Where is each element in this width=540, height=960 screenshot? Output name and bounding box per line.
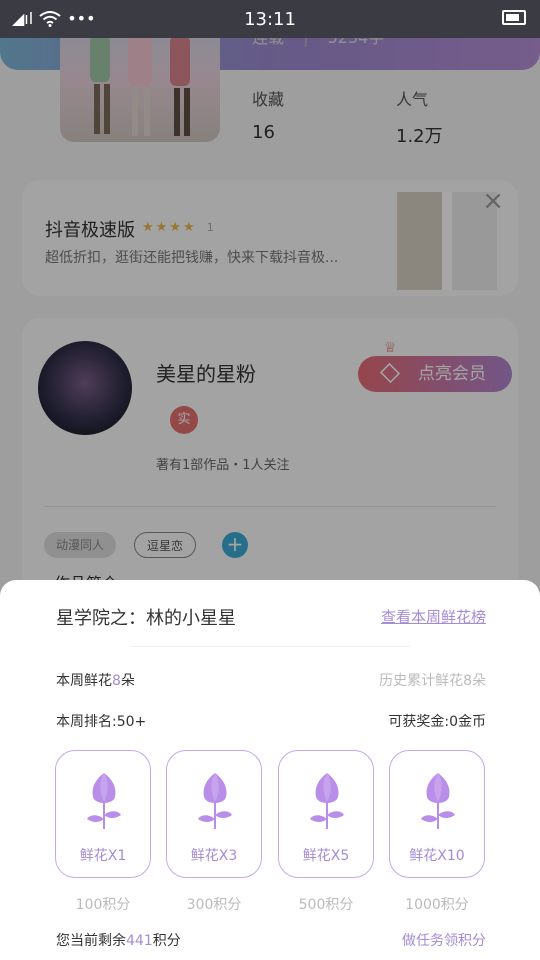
flower-option-label: 鲜花X1 [79,848,127,864]
battery-icon [502,10,526,25]
flower-option-cost: 100积分 [75,897,131,913]
remaining-points-value: 441 [126,933,153,949]
flower-icon [198,773,232,829]
weekly-flowers-count: 8 [112,673,121,689]
flower-option-3[interactable]: 鲜花X3 [166,750,262,878]
flower-icon [310,773,344,829]
flower-option-cost: 1000积分 [405,897,469,913]
flower-option-5[interactable]: 鲜花X5 [278,750,374,878]
flower-option-label: 鲜花X5 [302,848,350,864]
history-flowers: 历史累计鲜花8朵 [379,673,486,689]
sheet-title: 星学院之：林的小星星 [56,608,236,629]
flower-gift-sheet: 星学院之：林的小星星 查看本周鲜花榜 本周鲜花8朵 历史累计鲜花8朵 本周排名:… [0,580,540,960]
flower-stats-row: 本周鲜花8朵 历史累计鲜花8朵 [56,670,486,690]
weekly-flowers: 本周鲜花8朵 [56,670,135,690]
remaining-prefix: 您当前剩余 [56,933,126,949]
flower-option-1[interactable]: 鲜花X1 [55,750,151,878]
weekly-flowers-suffix: 朵 [120,673,135,689]
rank-row: 本周排名:50+ 可获奖金:0金币 [56,711,486,731]
flower-icon [87,773,121,829]
weekly-rank-link[interactable]: 查看本周鲜花榜 [381,606,486,627]
flower-icon [421,773,455,829]
flower-option-cost: 300积分 [186,897,242,913]
divider [130,646,410,647]
status-bar: ◢ıl ••• 13:11 [0,0,540,38]
prize: 可获奖金:0金币 [388,714,486,730]
remaining-points: 您当前剩余441积分 [56,930,181,950]
clock: 13:11 [244,9,296,30]
flower-option-cost: 500积分 [298,897,354,913]
flower-option-label: 鲜花X3 [190,848,238,864]
flower-option-10[interactable]: 鲜花X10 [389,750,485,878]
remaining-suffix: 积分 [152,933,181,949]
weekly-flowers-prefix: 本周鲜花 [56,673,112,689]
earn-points-link[interactable]: 做任务领积分 [402,930,486,950]
flower-option-label: 鲜花X10 [409,848,465,864]
weekly-rank: 本周排名:50+ [56,714,147,730]
